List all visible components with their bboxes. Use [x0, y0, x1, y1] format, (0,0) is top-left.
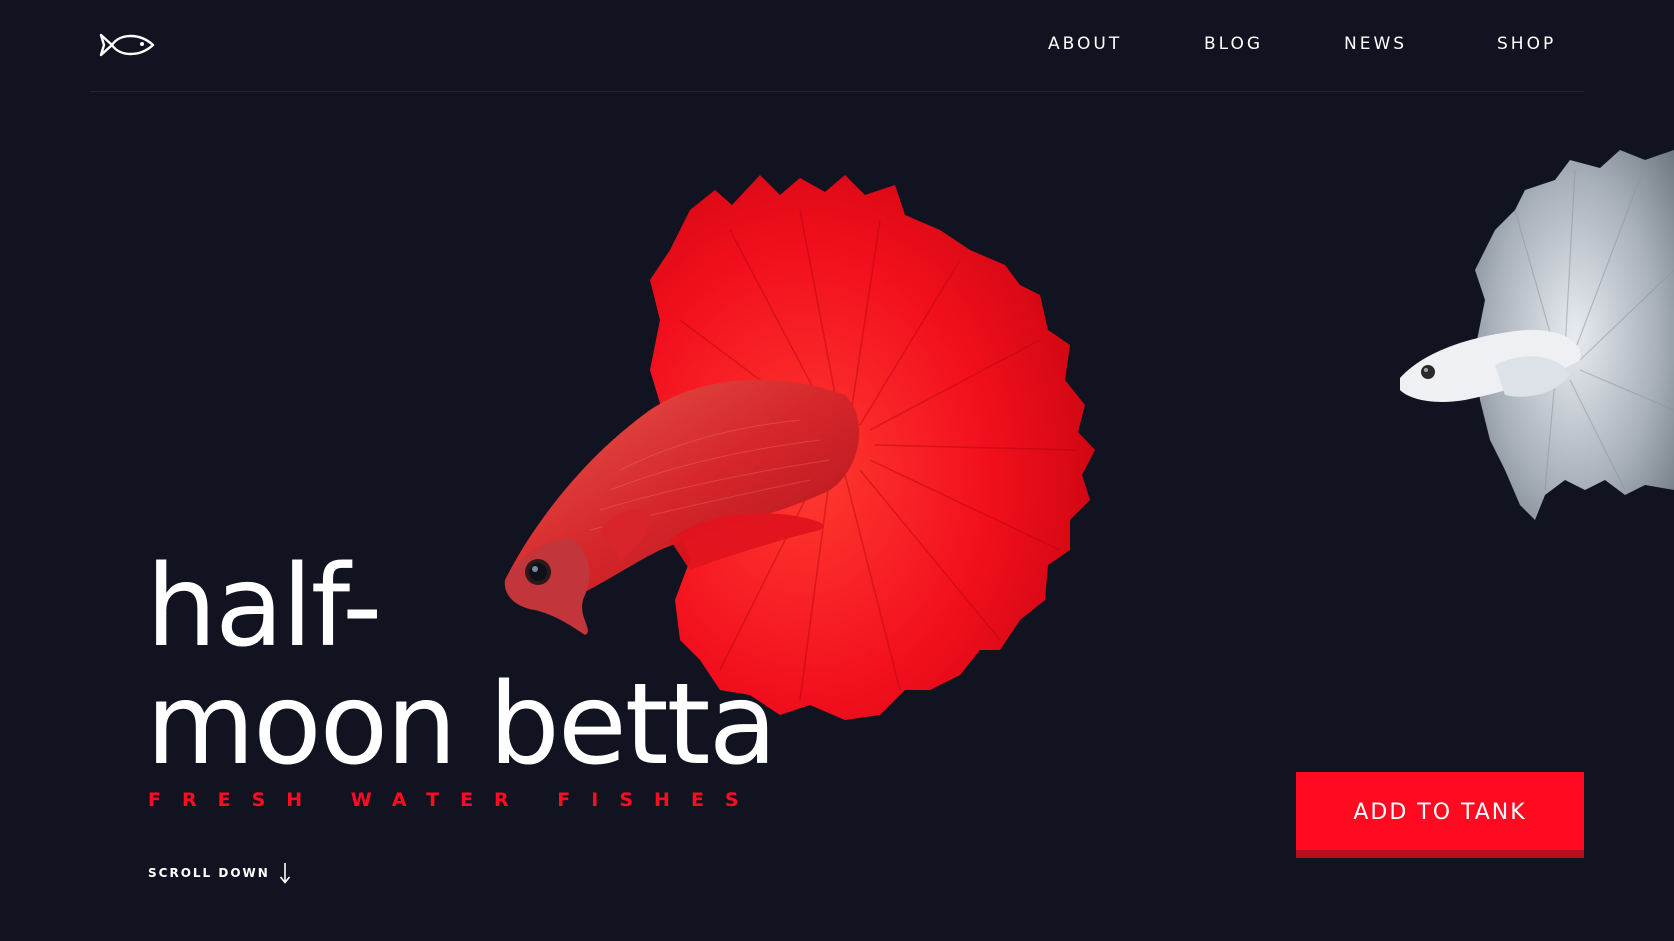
nav-news-link[interactable]: NEWS	[1344, 34, 1407, 54]
nav-blog-link[interactable]: BLOG	[1204, 34, 1263, 54]
add-to-tank-button[interactable]: ADD TO TANK	[1296, 772, 1584, 858]
hero-subtitle: FRESH WATER FISHES	[148, 789, 760, 811]
hero-title-line-2: moon betta	[146, 660, 777, 790]
page: ABOUT BLOG NEWS SHOP half- moon betta FR…	[0, 0, 1674, 941]
hero-title-line-1: half-	[146, 542, 382, 672]
white-betta-fish-image	[1400, 150, 1674, 520]
nav-about-link[interactable]: ABOUT	[1048, 34, 1122, 54]
arrow-down-icon	[279, 863, 290, 884]
scroll-down-label: SCROLL DOWN	[148, 866, 270, 880]
main-nav: ABOUT BLOG NEWS SHOP	[0, 34, 1674, 58]
nav-shop-link[interactable]: SHOP	[1497, 34, 1556, 54]
scroll-down-link[interactable]: SCROLL DOWN	[148, 862, 291, 884]
hero-title: half- moon betta	[146, 542, 777, 790]
header-divider	[90, 91, 1584, 92]
